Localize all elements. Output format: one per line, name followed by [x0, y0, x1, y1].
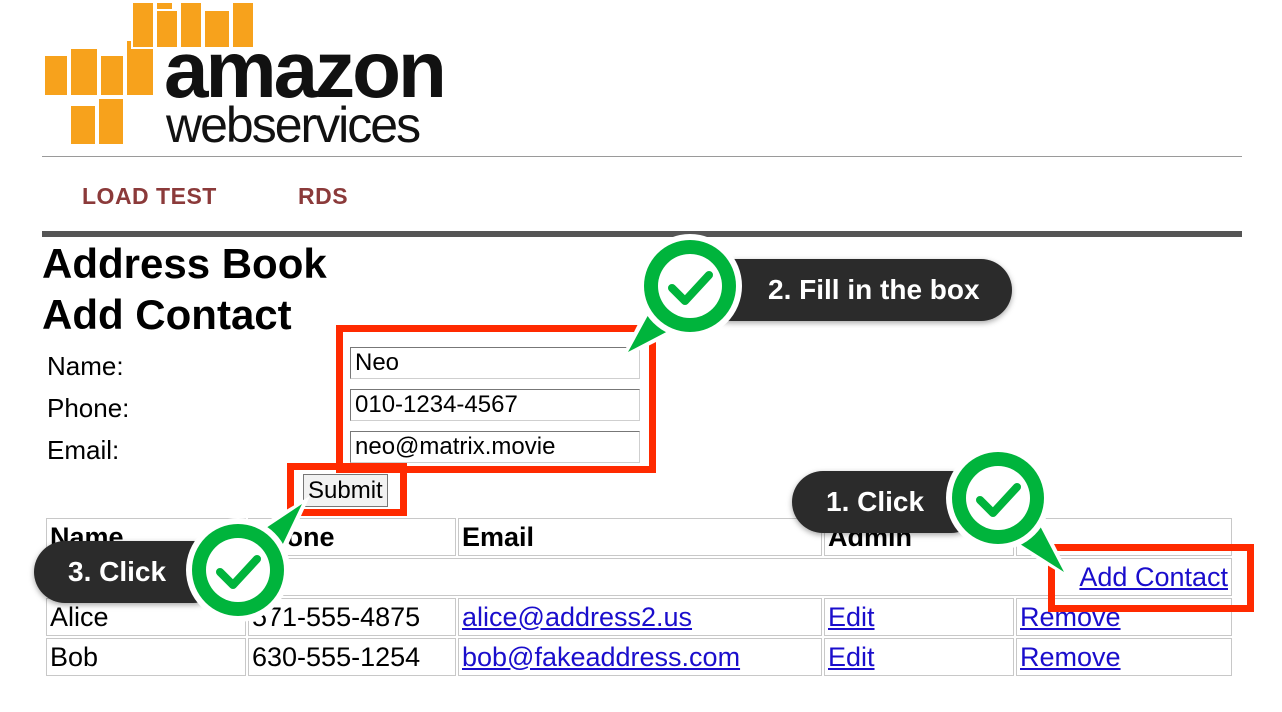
check-icon: [186, 496, 310, 622]
edit-link[interactable]: Edit: [828, 602, 875, 632]
cell-edit: Edit: [824, 598, 1014, 636]
email-link[interactable]: alice@address2.us: [462, 602, 692, 632]
aws-logo: amazon webservices: [42, 0, 462, 150]
section-title: Add Contact: [42, 291, 292, 338]
cell-name: Bob: [46, 638, 246, 676]
nav-rds[interactable]: RDS: [298, 183, 348, 210]
logo-word-webservices: webservices: [166, 97, 421, 153]
cell-remove: Remove: [1016, 638, 1232, 676]
table-row: Bob 630-555-1254 bob@fakeaddress.com Edi…: [46, 638, 1232, 676]
edit-link[interactable]: Edit: [828, 642, 875, 672]
name-label: Name:: [47, 351, 124, 381]
email-label: Email:: [47, 435, 120, 465]
divider-thin: [42, 156, 1242, 157]
cell-email: alice@address2.us: [458, 598, 822, 636]
phone-label: Phone:: [47, 393, 130, 423]
check-icon: [946, 446, 1072, 580]
cell-edit: Edit: [824, 638, 1014, 676]
check-icon: [620, 234, 742, 360]
remove-link[interactable]: Remove: [1020, 642, 1121, 672]
nav-load-test[interactable]: LOAD TEST: [82, 183, 217, 210]
page-title: Address Book: [42, 240, 327, 287]
cell-email: bob@fakeaddress.com: [458, 638, 822, 676]
cell-phone: 630-555-1254: [248, 638, 456, 676]
header-email: Email: [458, 518, 822, 556]
email-link[interactable]: bob@fakeaddress.com: [462, 642, 740, 672]
